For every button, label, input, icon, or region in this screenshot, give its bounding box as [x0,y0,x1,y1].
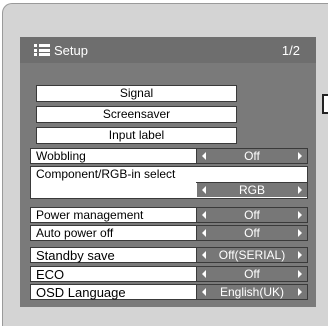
auto-power-off-value-text: Off [244,226,260,240]
osd-language-row[interactable]: OSD Language English(UK) [30,284,308,300]
arrow-right-icon[interactable] [298,270,302,278]
power-management-value-text: Off [244,208,260,222]
component-rgb-row[interactable]: Component/RGB-in select RGB [30,166,308,199]
arrow-right-icon[interactable] [298,288,302,296]
input-label-button[interactable]: Input label [36,127,237,144]
standby-save-value[interactable]: Off(SERIAL) [197,248,307,262]
wobbling-row[interactable]: Wobbling Off [30,148,308,164]
power-management-row[interactable]: Power management Off [30,207,308,223]
standby-save-row[interactable]: Standby save Off(SERIAL) [30,247,308,263]
setup-header: Setup 1/2 [20,37,316,63]
component-rgb-label: Component/RGB-in select [36,167,176,181]
component-rgb-value-text: RGB [238,183,265,197]
arrow-left-icon[interactable] [202,152,206,160]
eco-row[interactable]: ECO Off [30,266,308,282]
arrow-right-icon[interactable] [298,229,302,237]
page-title: Setup [54,43,88,58]
arrow-left-icon[interactable] [202,186,206,194]
wobbling-value[interactable]: Off [197,149,307,163]
arrow-right-icon[interactable] [298,186,302,194]
power-management-label: Power management [36,208,144,222]
arrow-left-icon[interactable] [202,229,206,237]
eco-value[interactable]: Off [197,267,307,281]
standby-save-value-text: Off(SERIAL) [218,248,286,262]
eco-label: ECO [36,267,65,282]
osd-language-value-text: English(UK) [219,285,285,299]
osd-language-value[interactable]: English(UK) [197,285,307,299]
component-rgb-value[interactable]: RGB [197,183,307,197]
arrow-right-icon[interactable] [298,152,302,160]
arrow-left-icon[interactable] [202,270,206,278]
eco-value-text: Off [244,267,260,281]
auto-power-off-value[interactable]: Off [197,226,307,240]
arrow-left-icon[interactable] [202,211,206,219]
auto-power-off-row[interactable]: Auto power off Off [30,225,308,241]
setup-menu-icon [34,44,50,56]
side-bracket [322,94,328,114]
arrow-left-icon[interactable] [202,251,206,259]
arrow-right-icon[interactable] [298,251,302,259]
arrow-left-icon[interactable] [202,288,206,296]
wobbling-label: Wobbling [36,149,86,163]
standby-save-label: Standby save [36,248,115,263]
auto-power-off-label: Auto power off [36,226,114,240]
arrow-right-icon[interactable] [298,211,302,219]
screensaver-button[interactable]: Screensaver [36,106,237,123]
signal-button[interactable]: Signal [36,85,237,102]
page-indicator: 1/2 [281,43,300,58]
wobbling-value-text: Off [244,149,260,163]
osd-language-label: OSD Language [36,285,126,300]
power-management-value[interactable]: Off [197,208,307,222]
